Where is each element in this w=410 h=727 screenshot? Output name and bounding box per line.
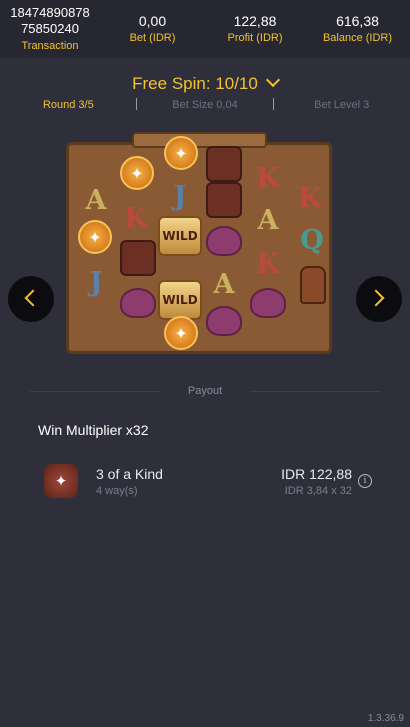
divider — [136, 98, 137, 110]
transaction-id-line2: 75850240 — [21, 21, 79, 36]
payout-row: ✦ 3 of a Kind 4 way(s) IDR 122,88 IDR 3,… — [44, 460, 374, 502]
balance-label: Balance (IDR) — [322, 32, 393, 44]
divider — [273, 98, 274, 110]
symbol-j: J — [173, 180, 187, 212]
bet-value: 0,00 — [138, 13, 167, 29]
free-spin-title: Free Spin: 10/10 — [132, 74, 258, 93]
cowboy-icon — [206, 146, 242, 182]
symbol-k: K — [298, 182, 322, 214]
revolver-icon: ✦ — [78, 220, 112, 254]
wild-symbol: WILD — [158, 216, 202, 256]
transaction-info: 18474890878 75850240 Transaction — [0, 0, 100, 58]
wild-symbol: WILD — [158, 280, 202, 320]
info-icon[interactable]: i — [358, 474, 372, 488]
spin-info-row: Round 3/5 Bet Size 0,04 Bet Level 3 — [0, 97, 410, 113]
divider — [30, 391, 160, 392]
free-spin-selector[interactable]: Free Spin: 10/10 — [0, 72, 410, 94]
cowboy-icon — [120, 240, 156, 276]
revolver-icon: ✦ — [164, 316, 198, 350]
win-calculation: IDR 3,84 x 32 — [284, 485, 352, 497]
payout-divider: Payout — [30, 383, 380, 399]
previous-round-button[interactable] — [8, 276, 54, 322]
version-label: 1.3.36.9 — [367, 713, 404, 724]
cowboy-hat-icon — [206, 226, 242, 256]
bet-label: Bet (IDR) — [129, 32, 176, 44]
bet-size: Bet Size 0,04 — [172, 99, 238, 111]
cowboy-hat-icon — [120, 288, 156, 318]
revolver-icon: ✦ — [44, 464, 78, 498]
chevron-down-icon — [265, 72, 280, 88]
symbol-k: K — [256, 248, 280, 280]
win-amount: IDR 122,88 — [281, 466, 352, 482]
header-bar: 18474890878 75850240 Transaction 0,00 Be… — [0, 0, 410, 58]
symbol-q: Q — [300, 224, 324, 256]
chevron-left-icon — [24, 289, 42, 307]
symbol-k: K — [124, 202, 148, 234]
next-round-button[interactable] — [356, 276, 402, 322]
revolver-icon: ✦ — [164, 136, 198, 170]
profit-value: 122,88 — [233, 13, 277, 29]
cowboy-hat-icon — [206, 306, 242, 336]
payout-label: Payout — [187, 385, 223, 397]
symbol-k: K — [256, 162, 280, 194]
profit-info: 122,88 Profit (IDR) — [205, 0, 305, 58]
symbol-a: A — [213, 268, 235, 300]
chevron-right-icon — [367, 289, 385, 307]
cowboy-icon — [206, 182, 242, 218]
symbol-a: A — [85, 184, 107, 216]
profit-label: Profit (IDR) — [227, 32, 283, 44]
slot-board: A ✦ J ✦ K ✦ J WILD WILD ✦ A K A K K Q — [62, 132, 337, 357]
revolver-icon: ✦ — [120, 156, 154, 190]
symbol-j: J — [89, 266, 103, 298]
cowboy-hat-icon — [250, 288, 286, 318]
win-combination: 3 of a Kind — [96, 466, 163, 482]
transaction-id-line1: 18474890878 — [10, 5, 90, 20]
transaction-label: Transaction — [21, 40, 79, 52]
whiskey-bottle-icon — [300, 266, 326, 304]
bet-info: 0,00 Bet (IDR) — [100, 0, 205, 58]
win-multiplier: Win Multiplier x32 — [38, 422, 149, 438]
balance-value: 616,38 — [336, 13, 379, 29]
divider — [250, 391, 380, 392]
symbol-a: A — [257, 204, 279, 236]
bet-level: Bet Level 3 — [314, 99, 370, 111]
reel-frame-top — [132, 132, 267, 148]
balance-info: 616,38 Balance (IDR) — [305, 0, 410, 58]
win-ways: 4 way(s) — [96, 485, 138, 497]
round-indicator: Round 3/5 — [42, 99, 94, 111]
